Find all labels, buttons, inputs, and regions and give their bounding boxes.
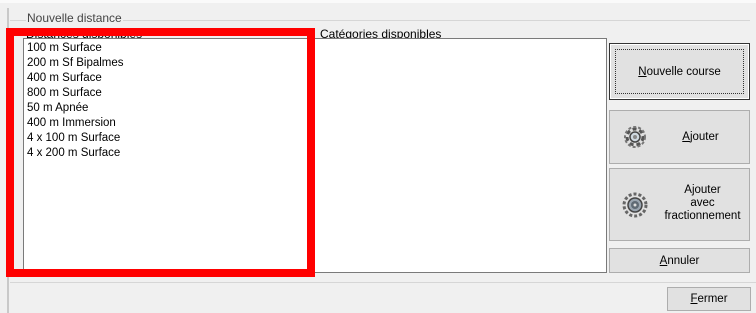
- gear-icon: [620, 122, 650, 155]
- group-title: Nouvelle distance: [26, 11, 123, 25]
- add-label: Ajouter: [682, 131, 719, 143]
- add-with-split-button[interactable]: Ajouter avec fractionnement: [609, 168, 750, 241]
- bottom-separator: [10, 282, 756, 283]
- close-button[interactable]: Fermer: [667, 287, 751, 311]
- focus-rect: [615, 49, 744, 94]
- add-button[interactable]: Ajouter: [609, 110, 750, 164]
- close-label: Fermer: [690, 293, 728, 305]
- cancel-label: Annuler: [659, 254, 700, 267]
- new-race-button[interactable]: Nouvelle course: [609, 43, 750, 100]
- gear-split-icon: [620, 190, 650, 223]
- add-with-split-label: Ajouter avec fractionnement: [664, 184, 741, 222]
- cancel-button[interactable]: Annuler: [609, 248, 750, 273]
- highlight-box: [6, 28, 315, 277]
- window-top-edge: [0, 0, 756, 3]
